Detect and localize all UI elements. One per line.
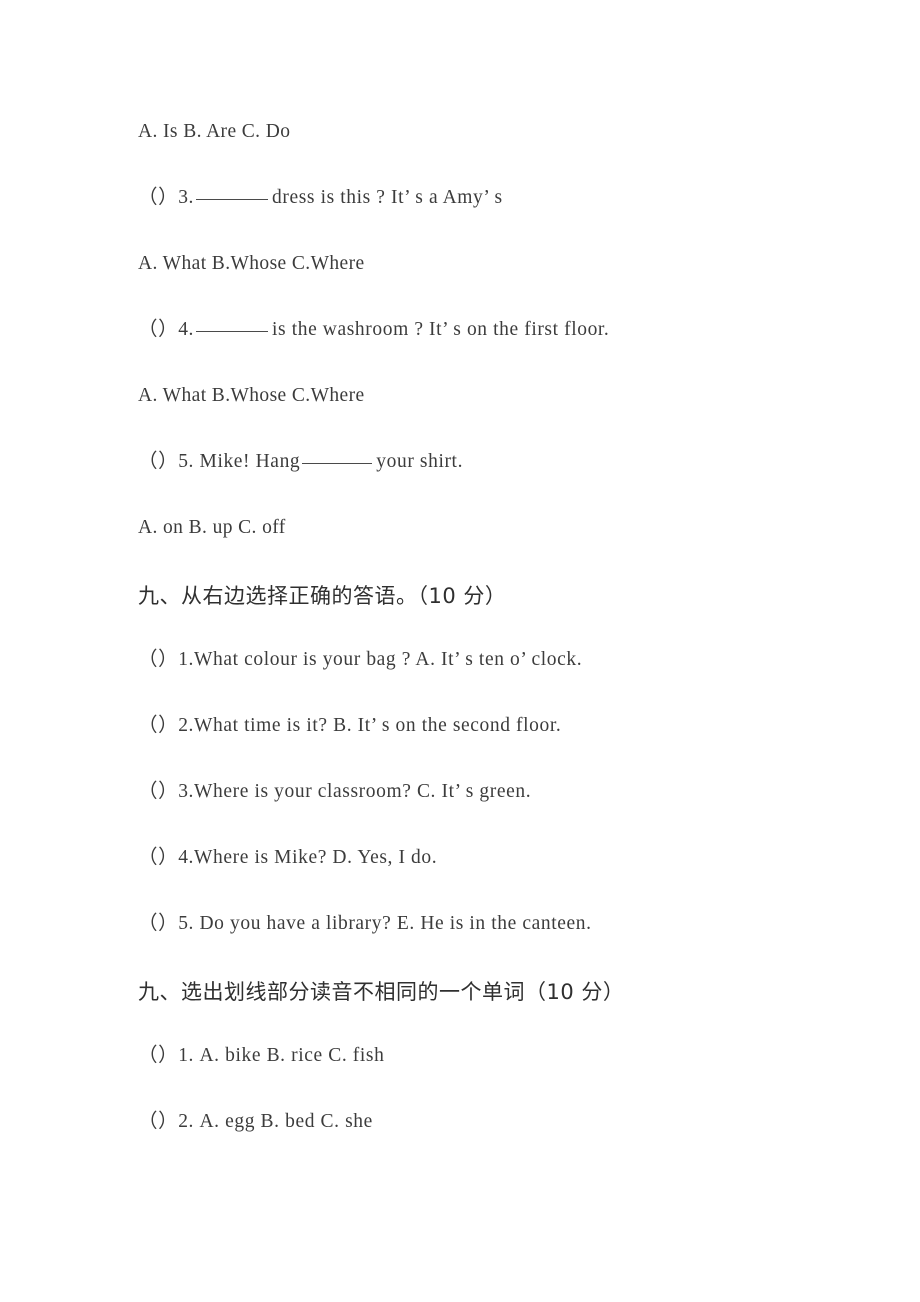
question-5-blank[interactable]	[302, 448, 373, 464]
question-5-options: A. on B. up C. off	[138, 517, 286, 538]
question-5-text: your shirt.	[376, 451, 464, 472]
section-heading-matching-text: 九、从右边选择正确的答语。（10 分）	[138, 584, 507, 608]
matching-item-4: （）4.Where is Mike? D. Yes, I do.	[138, 847, 438, 868]
matching-item-5: （）5. Do you have a library? E. He is in …	[138, 913, 592, 934]
question-3: （）3. dress is this ? It’ s a Amy’ s	[138, 184, 880, 250]
question-5: （）5. Mike! Hang your shirt.	[138, 448, 880, 514]
section-heading-phonics: 九、选出划线部分读音不相同的一个单词（10 分）	[138, 976, 880, 1042]
question-4-text: is the washroom ? It’ s on the first flo…	[272, 319, 610, 340]
section-heading-matching: 九、从右边选择正确的答语。（10 分）	[138, 580, 880, 646]
matching-item-1: （）1.What colour is your bag ? A. It’ s t…	[138, 649, 583, 670]
phonics-item-2: （）2. A. egg B. bed C. she	[138, 1111, 373, 1132]
phonics-item-1: （）1. A. bike B. rice C. fish	[138, 1045, 385, 1066]
question-4-number: （）4.	[138, 319, 195, 340]
question-3-text: dress is this ? It’ s a Amy’ s	[272, 187, 503, 208]
question-3-blank[interactable]	[196, 184, 269, 200]
question-4-options: A. What B.Whose C.Where	[138, 385, 365, 406]
section-heading-phonics-text: 九、选出划线部分读音不相同的一个单词（10 分）	[138, 980, 625, 1004]
question-4-blank[interactable]	[196, 316, 269, 332]
question-5-number: （）5. Mike! Hang	[138, 451, 301, 472]
question-4: （）4. is the washroom ? It’ s on the first…	[138, 316, 880, 382]
matching-item-3: （）3.Where is your classroom? C. It’ s gr…	[138, 781, 532, 802]
exam-paper-page: A. Is B. Are C. Do （）3. dress is this ? I…	[0, 0, 920, 1302]
matching-item-2: （）2.What time is it? B. It’ s on the sec…	[138, 715, 562, 736]
question-3-number: （）3.	[138, 187, 195, 208]
question-2-options: A. Is B. Are C. Do	[138, 121, 291, 142]
question-3-options: A. What B.Whose C.Where	[138, 253, 365, 274]
exam-content: A. Is B. Are C. Do （）3. dress is this ? I…	[138, 118, 880, 1174]
